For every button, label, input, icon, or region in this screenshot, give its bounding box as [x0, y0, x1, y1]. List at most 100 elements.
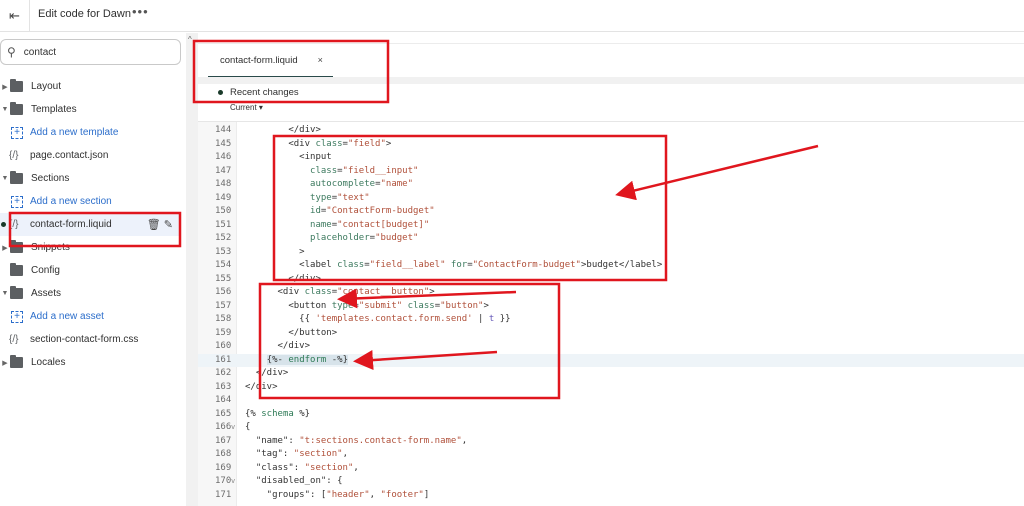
fold-chevron-icon[interactable]: v — [231, 475, 235, 489]
code-token: </div> — [245, 125, 321, 135]
code-token: , — [342, 449, 348, 459]
code-token: > — [483, 300, 489, 311]
close-icon[interactable]: × — [318, 55, 323, 65]
tab-contact-form-liquid[interactable]: contact-form.liquid × — [208, 44, 333, 78]
code-token: class — [310, 165, 338, 176]
code-token: <button — [245, 300, 332, 311]
line-number: 153 — [198, 246, 237, 260]
sidebar-scrollbar[interactable]: ^ — [186, 33, 198, 506]
code-text: </div> — [237, 340, 311, 354]
code-token: schema — [261, 408, 294, 419]
code-token: | — [472, 314, 489, 324]
tab-bar: contact-form.liquid × — [198, 43, 1024, 78]
line-number: 154 — [198, 259, 237, 273]
sidebar-item-assets[interactable]: ▼ Assets — [0, 282, 186, 305]
code-token: class — [337, 260, 365, 270]
search-icon: ⚲ — [7, 45, 16, 59]
code-token: "name" — [380, 179, 413, 189]
code-line: 169 "class": "section", — [198, 462, 1024, 476]
code-token: "submit" — [358, 300, 403, 311]
caret-right-icon: ▶ — [2, 359, 8, 367]
code-text: </div> — [237, 381, 278, 395]
sidebar-item-label: Assets — [31, 288, 62, 299]
code-area[interactable]: 144 </div> 145 <div class="field"> 146 <in… — [198, 121, 1024, 506]
file-actions: 🗑 ✎ — [147, 218, 173, 231]
file-search-input[interactable]: ⚲ contact — [0, 39, 181, 65]
liquid-file-icon: {/} — [9, 219, 19, 230]
sidebar-item-layout[interactable]: ▶ Layout — [0, 75, 186, 98]
line-number: 162 — [198, 367, 237, 381]
sidebar-item-locales[interactable]: ▶ Locales — [0, 351, 186, 374]
code-token: "disabled_on": { — [245, 476, 343, 486]
chevron-up-icon[interactable]: ^ — [188, 35, 192, 44]
code-line: 154 <label class="field__label" for="Con… — [198, 259, 1024, 273]
code-line: 148 autocomplete="name" — [198, 178, 1024, 192]
sidebar-item-sections[interactable]: ▼ Sections — [0, 167, 186, 190]
sidebar-item-add-a-new-section[interactable]: + Add a new section — [0, 190, 186, 213]
line-number-text: 160 — [215, 341, 232, 351]
code-token: <div — [245, 138, 316, 149]
recent-changes[interactable]: Recent changes — [218, 87, 299, 98]
sidebar-item-add-a-new-asset[interactable]: + Add a new asset — [0, 305, 186, 328]
liquid-file-icon: {/} — [9, 334, 19, 345]
sidebar-item-add-a-new-template[interactable]: + Add a new template — [0, 121, 186, 144]
code-text: {{ 'templates.contact.form.send' | t }} — [237, 313, 511, 327]
sidebar-item-snippets[interactable]: ▶ Snippets — [0, 236, 186, 259]
sidebar-item-page-contact-json[interactable]: {/} page.contact.json — [0, 144, 186, 167]
trash-icon[interactable]: 🗑 — [147, 219, 164, 231]
sidebar-item-contact-form-liquid[interactable]: {/} contact-form.liquid 🗑 ✎ — [0, 213, 181, 236]
code-token: "ContactForm-budget" — [326, 206, 435, 216]
line-number-text: 150 — [215, 206, 232, 216]
sidebar-item-section-contact-form-css[interactable]: {/} section-contact-form.css — [0, 328, 186, 351]
code-token: <label — [245, 260, 338, 270]
code-token: "field" — [347, 138, 386, 149]
pencil-icon[interactable]: ✎ — [164, 219, 173, 231]
line-number-text: 156 — [215, 287, 232, 297]
sidebar-item-label: contact-form.liquid — [30, 219, 112, 230]
line-number-text: 171 — [215, 489, 232, 500]
line-number-text: 164 — [215, 395, 232, 405]
version-select[interactable]: Current ▾ — [230, 103, 263, 112]
caret-right-icon: ▶ — [2, 83, 8, 91]
code-text: id="ContactForm-budget" — [237, 205, 435, 219]
line-number-text: 147 — [215, 165, 232, 176]
code-text: </div> — [237, 124, 321, 138]
line-number: 149 — [198, 192, 237, 206]
sidebar-item-label: Layout — [31, 81, 62, 92]
code-token: id — [310, 206, 321, 216]
code-token: endform — [288, 354, 327, 365]
code-line: 159 </button> — [198, 327, 1024, 341]
code-text: type="text" — [237, 192, 370, 206]
code-text: placeholder="budget" — [237, 232, 418, 246]
line-number-text: 151 — [215, 219, 232, 230]
code-token: "groups": [ — [245, 489, 327, 500]
line-number: 171 — [198, 489, 237, 503]
code-text: class="field__input" — [237, 165, 418, 179]
code-token: </div> — [245, 368, 289, 378]
code-text: name="contact[budget]" — [237, 219, 429, 233]
code-token: autocomplete — [310, 179, 376, 189]
code-editor: contact-form.liquid × Recent changes Cur… — [198, 33, 1024, 506]
code-token: "tag": — [245, 449, 294, 459]
line-number-text: 163 — [215, 381, 232, 392]
code-token: }} — [494, 314, 511, 324]
sidebar-item-config[interactable]: Config — [0, 259, 186, 282]
sidebar-item-templates[interactable]: ▼ Templates — [0, 98, 186, 121]
page-title: Edit code for Dawn — [38, 8, 131, 20]
caret-down-icon: ▼ — [1, 175, 9, 182]
code-token: -%} — [326, 354, 348, 365]
line-number-text: 149 — [215, 192, 232, 203]
exit-icon[interactable]: ⇤ — [0, 0, 30, 32]
line-number: 164 — [198, 394, 237, 408]
line-number-text: 170 — [215, 476, 232, 486]
code-token: , — [369, 489, 381, 500]
line-number: 151 — [198, 219, 237, 233]
code-token: , — [353, 462, 359, 473]
code-text: </button> — [237, 327, 337, 341]
add-file-icon: + — [11, 310, 23, 323]
top-bar: ⇤ Edit code for Dawn ••• — [0, 0, 1024, 32]
fold-chevron-icon[interactable]: v — [231, 421, 235, 435]
line-number: 144 — [198, 124, 237, 138]
more-actions-button[interactable]: ••• — [132, 4, 149, 19]
file-sidebar: ⚲ contact ▶ Layout ▼ Templates + Add a new te… — [0, 33, 186, 506]
